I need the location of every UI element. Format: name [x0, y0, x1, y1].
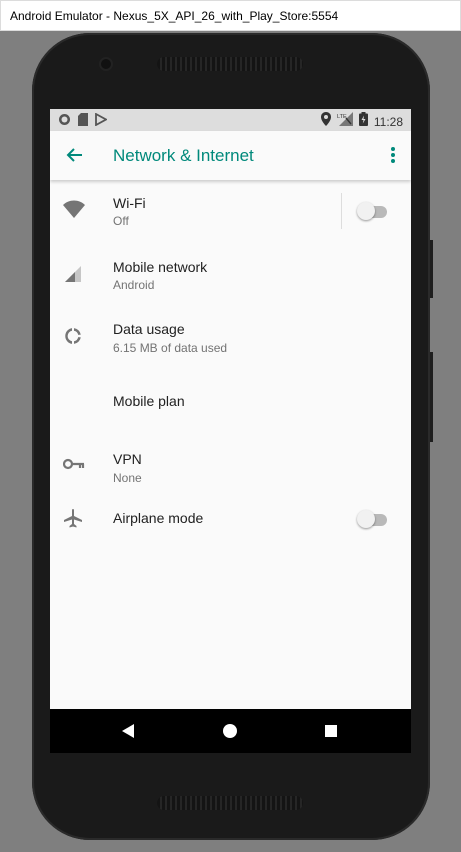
- nav-home-icon[interactable]: [223, 724, 237, 738]
- mobile-network-subtitle: Android: [113, 278, 155, 292]
- nav-recents-icon[interactable]: [325, 725, 337, 737]
- top-speaker: [157, 57, 303, 71]
- phone-screen: LTE 11:28 Network & Internet Wi-Fi Off M…: [50, 109, 411, 753]
- airplane-mode-toggle[interactable]: [357, 509, 387, 528]
- navigation-bar: [50, 709, 411, 753]
- setting-wifi[interactable]: Wi-Fi Off: [50, 180, 411, 243]
- play-store-icon: [95, 112, 108, 131]
- vpn-subtitle: None: [113, 471, 142, 485]
- volume-button: [430, 240, 433, 298]
- setting-vpn[interactable]: VPN None: [50, 432, 411, 492]
- airplane-icon: [63, 508, 85, 530]
- setting-mobile-network[interactable]: Mobile network Android: [50, 243, 411, 303]
- status-time: 11:28: [373, 114, 403, 129]
- wifi-toggle[interactable]: [357, 201, 387, 220]
- data-usage-icon: [63, 326, 85, 348]
- vpn-key-icon: [62, 457, 85, 479]
- more-options-icon[interactable]: [389, 145, 397, 165]
- status-bar: LTE 11:28: [50, 109, 411, 131]
- mobile-network-title: Mobile network: [113, 259, 208, 275]
- app-bar: Network & Internet: [50, 131, 411, 180]
- vpn-title: VPN: [113, 451, 142, 467]
- window-title-bar[interactable]: Android Emulator - Nexus_5X_API_26_with_…: [0, 0, 461, 31]
- back-arrow-icon[interactable]: [64, 144, 86, 166]
- data-usage-title: Data usage: [113, 321, 185, 337]
- setting-airplane-mode[interactable]: Airplane mode: [50, 494, 411, 544]
- front-camera: [101, 59, 111, 69]
- sd-card-icon: [78, 113, 88, 131]
- airplane-mode-title: Airplane mode: [113, 510, 204, 526]
- bottom-speaker: [157, 796, 303, 810]
- nav-back-icon[interactable]: [121, 723, 135, 744]
- page-title: Network & Internet: [113, 146, 254, 165]
- power-button: [430, 352, 433, 442]
- setting-mobile-plan[interactable]: Mobile plan: [50, 376, 411, 428]
- mobile-plan-title: Mobile plan: [113, 393, 185, 409]
- wifi-icon: [63, 200, 85, 222]
- svg-text:LTE: LTE: [337, 114, 347, 120]
- wifi-status: Off: [113, 214, 129, 228]
- signal-lte-icon: LTE: [337, 112, 353, 131]
- cell-signal-icon: [63, 264, 85, 286]
- data-usage-subtitle: 6.15 MB of data used: [113, 341, 228, 355]
- battery-icon: [358, 112, 368, 131]
- window-title: Android Emulator - Nexus_5X_API_26_with_…: [10, 9, 339, 23]
- divider: [341, 193, 342, 229]
- setting-data-usage[interactable]: Data usage 6.15 MB of data used: [50, 304, 411, 364]
- location-icon: [320, 112, 331, 131]
- wifi-title: Wi-Fi: [113, 195, 146, 211]
- record-icon: [58, 113, 71, 131]
